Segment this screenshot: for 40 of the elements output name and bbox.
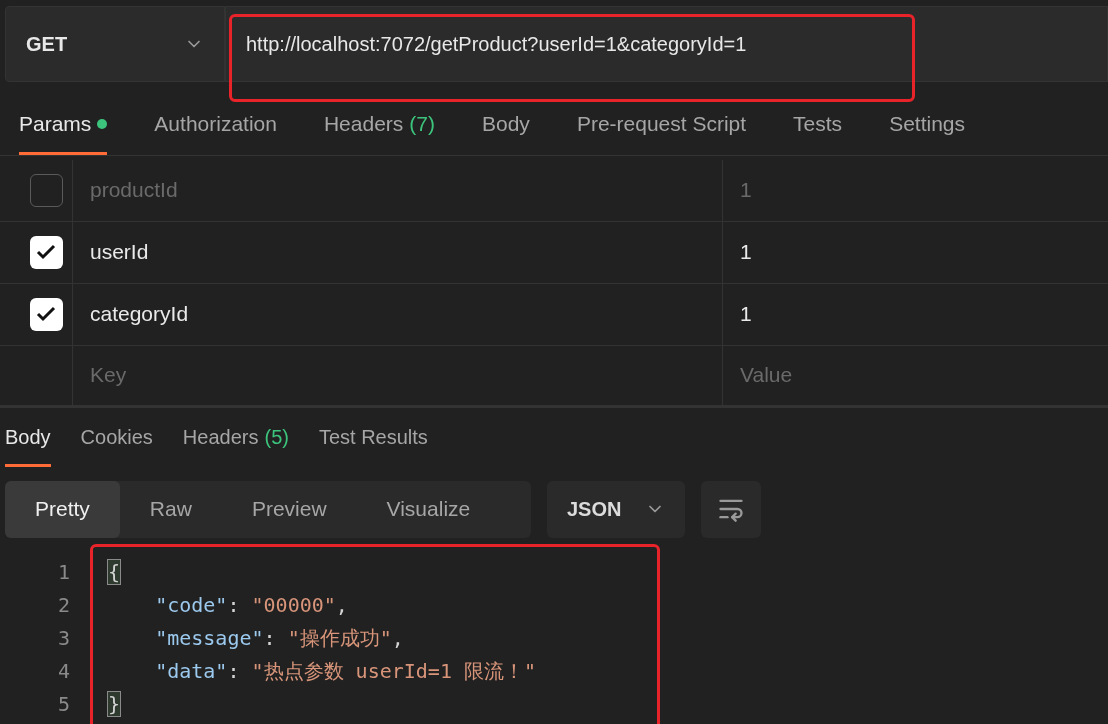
tab[interactable]: Authorization <box>154 96 277 155</box>
view-mode-tab[interactable]: Raw <box>119 480 222 538</box>
check-icon <box>36 306 56 322</box>
checkbox[interactable] <box>29 173 63 207</box>
value-input[interactable]: Value <box>740 359 1108 391</box>
tab[interactable]: Test Results <box>318 409 428 467</box>
line-number: 1 <box>56 559 71 586</box>
param-key[interactable]: userId <box>90 236 149 268</box>
format-dropdown[interactable]: JSON <box>547 480 686 538</box>
line-number: 4 <box>56 658 71 685</box>
line-number: 3 <box>56 625 71 652</box>
method-dropdown[interactable]: GET <box>5 6 225 82</box>
code-line: "code": "00000", <box>154 592 348 619</box>
line-number: 2 <box>56 592 71 619</box>
view-mode-tab[interactable]: Pretty <box>5 480 120 538</box>
view-mode-tab[interactable]: Visualize <box>356 480 501 538</box>
line-number: 5 <box>56 691 71 718</box>
tab[interactable]: Headers (5) <box>182 409 289 467</box>
code-line: "message": "操作成功", <box>154 625 404 652</box>
param-key[interactable]: categoryId <box>90 298 189 330</box>
tab[interactable]: Settings <box>889 96 965 155</box>
view-mode-tab[interactable]: Preview <box>221 480 357 538</box>
checkbox[interactable] <box>29 235 63 269</box>
tab[interactable]: Cookies <box>80 409 153 467</box>
param-value[interactable]: 1 <box>740 236 752 268</box>
checkbox[interactable] <box>29 297 63 331</box>
url-field[interactable]: http://localhost:7072/getProduct?userId=1&categoryId=1 <box>225 6 1108 82</box>
wrap-button[interactable] <box>701 480 762 538</box>
tab[interactable]: Body <box>5 409 51 467</box>
param-value[interactable]: 1 <box>740 298 752 330</box>
tab[interactable]: Pre-request Script <box>576 96 747 155</box>
tab[interactable]: Body <box>482 96 530 155</box>
key-input[interactable]: Key <box>90 359 722 391</box>
tab[interactable]: Tests <box>793 96 843 155</box>
tab[interactable]: Params <box>19 96 108 155</box>
tab[interactable]: Headers (7) <box>323 96 435 155</box>
count-label: (7) <box>409 111 435 137</box>
count-label: (5) <box>264 424 289 450</box>
code-line: "data": "热点参数 userId=1 限流！" <box>154 658 536 685</box>
check-icon <box>36 244 56 260</box>
